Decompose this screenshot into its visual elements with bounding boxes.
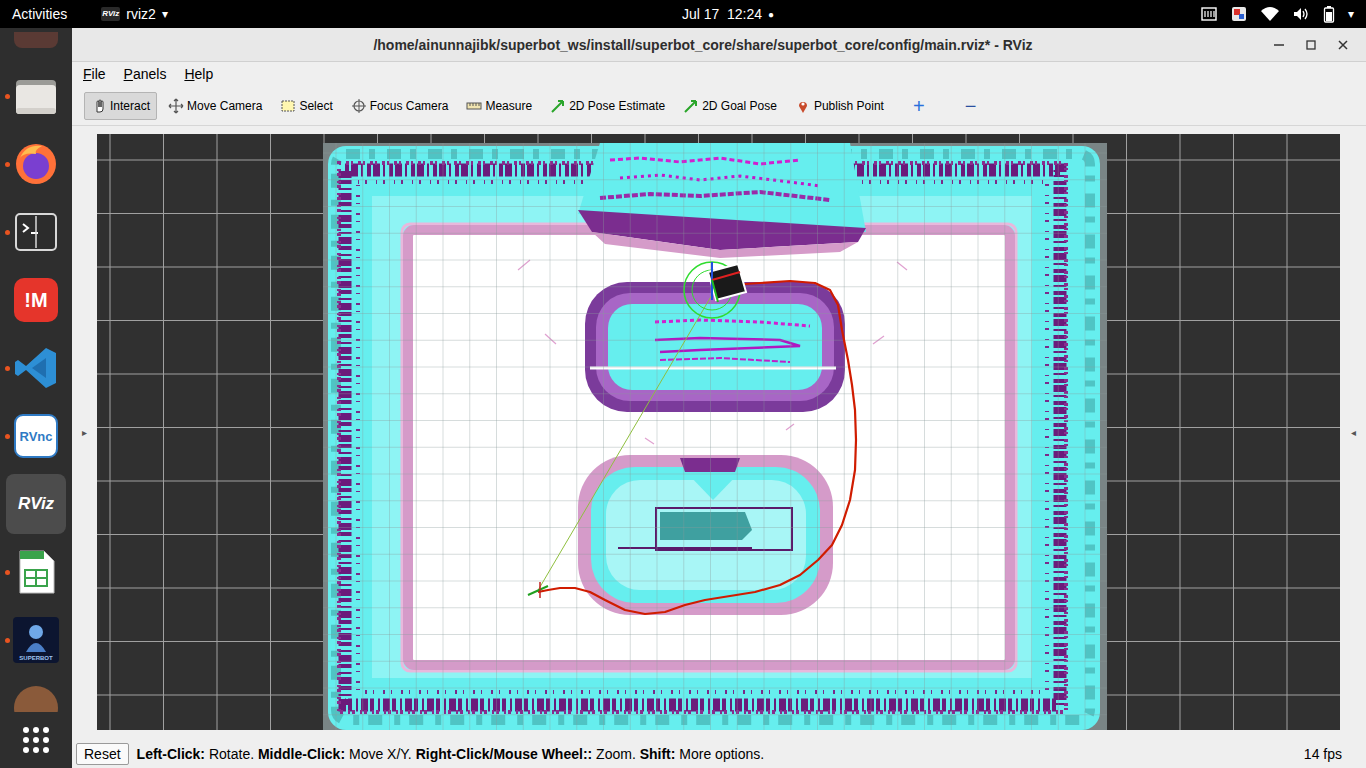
tool-button[interactable]: Measure	[459, 92, 539, 120]
tool-button[interactable]: Focus Camera	[344, 92, 456, 120]
running-dot	[5, 230, 10, 235]
dock-item[interactable]: RVnc	[0, 402, 72, 470]
wifi-icon[interactable]	[1260, 5, 1280, 23]
dock-item[interactable]: SUPERBOT	[0, 606, 72, 674]
reset-button[interactable]: Reset	[76, 743, 129, 765]
rviz-app-icon: RViz	[101, 7, 120, 21]
running-dot	[5, 502, 10, 507]
hand-icon	[91, 98, 107, 114]
dock-item[interactable]	[0, 62, 72, 130]
app-menu-arrow: ▾	[162, 7, 168, 21]
notification-dot: ●	[768, 9, 774, 20]
focus-icon	[351, 98, 367, 114]
tool-button[interactable]: Move Camera	[161, 92, 269, 120]
app-name: rviz2	[126, 6, 156, 22]
grid-icon	[21, 725, 51, 755]
minimize-icon[interactable]	[1264, 30, 1294, 60]
menu-item[interactable]: Panels	[122, 66, 169, 82]
right-panel-handle[interactable]: ◂	[1340, 134, 1366, 730]
title-bar[interactable]: /home/ainunnajibk/superbot_ws/install/su…	[72, 28, 1366, 62]
window-title: /home/ainunnajibk/superbot_ws/install/su…	[72, 37, 1264, 53]
add-tool-button[interactable]: +	[895, 96, 943, 116]
tool-button[interactable]: 2D Goal Pose	[676, 92, 784, 120]
vscode-icon	[12, 344, 60, 392]
battery-icon[interactable]	[1322, 5, 1336, 23]
robot-path	[538, 281, 856, 614]
show-apps-button[interactable]	[0, 712, 72, 768]
terminal-icon	[12, 208, 60, 256]
dock: !M RVnc RViz SUPERBOT	[0, 28, 72, 768]
menu-item[interactable]: Help	[182, 66, 215, 82]
main-area: ▸◂	[72, 126, 1366, 740]
scrolled-dock-icon[interactable]	[0, 28, 72, 62]
top-bar: Activities RViz rviz2 ▾ Jul 17 12:24● ▾	[0, 0, 1366, 28]
dock-item[interactable]: RViz	[0, 470, 72, 538]
icon-glyph: RViz	[12, 480, 60, 528]
left-panel-handle[interactable]: ▸	[72, 134, 97, 730]
grid	[97, 134, 1340, 730]
select-icon	[280, 98, 296, 114]
clock[interactable]: Jul 17 12:24●	[682, 6, 774, 22]
render-view[interactable]	[97, 134, 1340, 730]
status-bar: Reset Left-Click: Rotate. Middle-Click: M…	[72, 740, 1366, 768]
menu-bar: File Panels Help	[72, 62, 1366, 86]
spreadsheet-icon	[12, 548, 60, 596]
goal-marker-icon	[528, 582, 548, 598]
move-camera-icon	[168, 98, 184, 114]
close-icon[interactable]	[1328, 30, 1358, 60]
pin-icon	[795, 98, 811, 114]
firefox-icon	[12, 140, 60, 188]
running-dot	[5, 94, 10, 99]
app-indicator-icon[interactable]	[1230, 5, 1248, 23]
dock-item[interactable]	[0, 198, 72, 266]
scrolled-dock-icon[interactable]	[0, 674, 72, 714]
system-tray[interactable]: ▾	[774, 5, 1366, 23]
occupancy-map	[323, 143, 1107, 730]
running-dot	[5, 298, 10, 303]
ruler-icon	[466, 98, 482, 114]
activities-button[interactable]: Activities	[12, 6, 67, 22]
running-dot	[5, 162, 10, 167]
dock-item[interactable]	[0, 130, 72, 198]
dock-item[interactable]	[0, 334, 72, 402]
arrow-icon	[683, 98, 699, 114]
indicator-icon[interactable]	[1200, 5, 1218, 23]
tool-button[interactable]: Publish Point	[788, 92, 891, 120]
toolbar: InteractMove CameraSelectFocus CameraMea…	[72, 86, 1366, 126]
running-dot	[5, 570, 10, 575]
desktop: Activities RViz rviz2 ▾ Jul 17 12:24● ▾ !M RVnc…	[0, 0, 1366, 768]
tool-button[interactable]: 2D Pose Estimate	[543, 92, 672, 120]
app-menu[interactable]: RViz rviz2 ▾	[101, 6, 168, 22]
arrow-icon	[550, 98, 566, 114]
maximize-icon[interactable]	[1296, 30, 1326, 60]
system-menu-arrow[interactable]: ▾	[1348, 7, 1354, 21]
files-icon	[12, 72, 60, 120]
map-view[interactable]	[97, 134, 1340, 730]
menu-item[interactable]: File	[81, 66, 108, 82]
volume-icon[interactable]	[1292, 5, 1310, 23]
fine-grid	[323, 143, 1107, 730]
icon-glyph: SUPERBOT	[12, 616, 60, 664]
fps-counter: 14 fps	[1304, 746, 1342, 762]
dock-item[interactable]	[0, 538, 72, 606]
icon-glyph: RVnc	[12, 412, 60, 460]
robot-icon	[684, 262, 746, 318]
tool-button[interactable]: Select	[273, 92, 339, 120]
remove-tool-button[interactable]: −	[947, 96, 995, 116]
rviz-window: /home/ainunnajibk/superbot_ws/install/su…	[72, 28, 1366, 768]
running-dot	[5, 434, 10, 439]
icon-glyph: !M	[12, 276, 60, 324]
mouse-hints: Left-Click: Rotate. Middle-Click: Move X…	[137, 746, 765, 762]
tool-button[interactable]: Interact	[84, 92, 157, 120]
running-dot	[5, 366, 10, 371]
running-dot	[5, 638, 10, 643]
plan-line	[537, 288, 716, 592]
dock-item[interactable]: !M	[0, 266, 72, 334]
